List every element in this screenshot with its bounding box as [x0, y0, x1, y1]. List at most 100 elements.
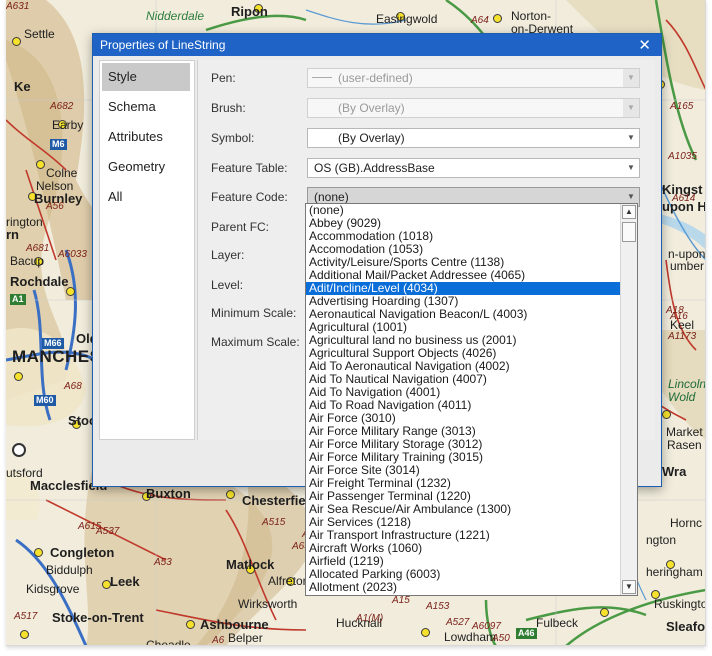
feature-code-dropdown[interactable]: (none) Abbey (9029) Accommodation (1018) Ac… — [305, 203, 638, 596]
map-label: Bacup — [10, 254, 45, 268]
map-label: A6033 — [58, 249, 87, 260]
brush-label: Brush: — [211, 101, 246, 115]
map-label: Congleton — [50, 545, 115, 560]
map-label: A615 — [78, 521, 102, 532]
scroll-thumb[interactable] — [622, 222, 636, 242]
map-label: Kidsgrove — [26, 582, 80, 596]
parent-fc-label: Parent FC: — [211, 220, 270, 234]
map-label: A682 — [50, 101, 74, 112]
map-label: Sleaford — [666, 619, 706, 634]
town-dot — [600, 608, 609, 617]
chevron-down-icon[interactable]: ▼ — [623, 99, 639, 117]
map-label: A1(M) — [356, 613, 384, 624]
dropdown-scrollbar[interactable]: ▲ ▼ — [620, 204, 637, 595]
scroll-down-icon[interactable]: ▼ — [622, 580, 636, 594]
map-label: MANCHES — [12, 347, 102, 366]
map-label: Colne — [46, 166, 78, 180]
map-label: Ke — [14, 79, 31, 94]
feature-code-value: (none) — [314, 190, 349, 204]
chevron-down-icon[interactable]: ▼ — [623, 69, 639, 87]
map-label: M6 — [50, 139, 67, 150]
map-label: Settle — [24, 27, 55, 41]
map-label: Belper — [228, 631, 263, 645]
town-dot — [36, 160, 45, 169]
scroll-up-icon[interactable]: ▲ — [622, 205, 636, 219]
feature-code-label: Feature Code: — [211, 190, 288, 204]
map-label: Cheadle — [146, 638, 191, 646]
map-label: A517 — [14, 611, 38, 622]
map-label: A50 — [492, 633, 510, 644]
nav-item-all[interactable]: All — [102, 183, 190, 211]
map-label: Earby — [52, 118, 84, 132]
properties-nav: Style Schema Attributes Geometry All — [99, 60, 195, 440]
map-label: M66 — [42, 338, 64, 349]
map-label: A681 — [26, 243, 50, 254]
compass-icon — [12, 443, 26, 457]
map-label: Wold — [668, 390, 696, 404]
map-label: A6097 — [472, 621, 501, 632]
brush-select[interactable]: (By Overlay) ▼ — [307, 98, 640, 118]
nav-item-attributes[interactable]: Attributes — [102, 123, 190, 151]
map-label: A165 — [670, 101, 694, 112]
chevron-down-icon[interactable]: ▼ — [623, 129, 639, 147]
map-label: Rochdale — [10, 274, 69, 289]
map-label: Rasen — [667, 438, 702, 452]
map-label: A631 — [6, 1, 30, 12]
map-label: umber — [670, 259, 705, 273]
map-label: A68 — [64, 381, 82, 392]
town-dot — [493, 14, 502, 23]
town-dot — [421, 628, 430, 637]
map-label: Easingwold — [376, 12, 438, 26]
map-label: Ripon — [231, 4, 268, 19]
map-label: A1173 — [668, 331, 697, 342]
pen-label: Pen: — [211, 71, 236, 85]
feature-code-option[interactable]: Allotment (2023) — [306, 581, 620, 594]
town-dot — [186, 620, 195, 629]
map-label: Wirksworth — [238, 597, 298, 611]
map-label: A1 — [10, 294, 26, 305]
feature-table-select[interactable]: OS (GB).AddressBase ▼ — [307, 158, 640, 178]
nav-item-geometry[interactable]: Geometry — [102, 153, 190, 181]
map-label: Market — [666, 425, 703, 439]
map-label: Ruskington — [654, 597, 705, 611]
pen-value: (user-defined) — [338, 71, 413, 85]
symbol-label: Symbol: — [211, 131, 255, 145]
dialog-titlebar[interactable]: Properties of LineString ✕ — [93, 34, 661, 56]
map-label: A1035 — [668, 151, 697, 162]
map-label: Wra — [662, 464, 687, 479]
map-label: A53 — [154, 557, 172, 568]
minimum-scale-label: Minimum Scale: — [211, 306, 297, 320]
symbol-select[interactable]: (By Overlay) ▼ — [307, 128, 640, 148]
level-label: Level: — [211, 278, 244, 292]
pen-select[interactable]: (user-defined) ▼ — [307, 68, 640, 88]
map-label: A527 — [446, 617, 470, 628]
layer-label: Layer: — [211, 248, 245, 262]
feature-table-label: Feature Table: — [211, 161, 288, 175]
town-dot — [20, 630, 29, 639]
map-label: A15 — [392, 595, 410, 606]
town-dot — [662, 410, 671, 419]
nav-item-style[interactable]: Style — [102, 63, 190, 91]
feature-table-value: OS (GB).AddressBase — [314, 161, 435, 175]
town-dot — [226, 490, 235, 499]
chevron-down-icon[interactable]: ▼ — [623, 159, 639, 177]
map-label: Matlock — [226, 557, 275, 572]
close-icon[interactable]: ✕ — [638, 36, 651, 54]
map-label: Hornc — [670, 516, 703, 530]
map-label: A46 — [516, 628, 537, 639]
town-dot — [34, 548, 43, 557]
map-label: heringham — [646, 565, 703, 579]
map-label: Ashbourne — [200, 617, 269, 632]
map-label: Leek — [110, 574, 140, 589]
map-label: Biddulph — [46, 563, 93, 577]
map-label: Lincoln — [668, 377, 706, 391]
map-label: A515 — [262, 517, 286, 528]
town-dot — [12, 37, 21, 46]
nav-item-schema[interactable]: Schema — [102, 93, 190, 121]
map-label: M60 — [34, 395, 56, 406]
map-label: A16 — [670, 311, 688, 322]
town-dot — [14, 372, 23, 381]
map-label: A153 — [426, 601, 450, 612]
maximum-scale-label: Maximum Scale: — [211, 335, 300, 349]
map-label: Fulbeck — [536, 616, 579, 630]
